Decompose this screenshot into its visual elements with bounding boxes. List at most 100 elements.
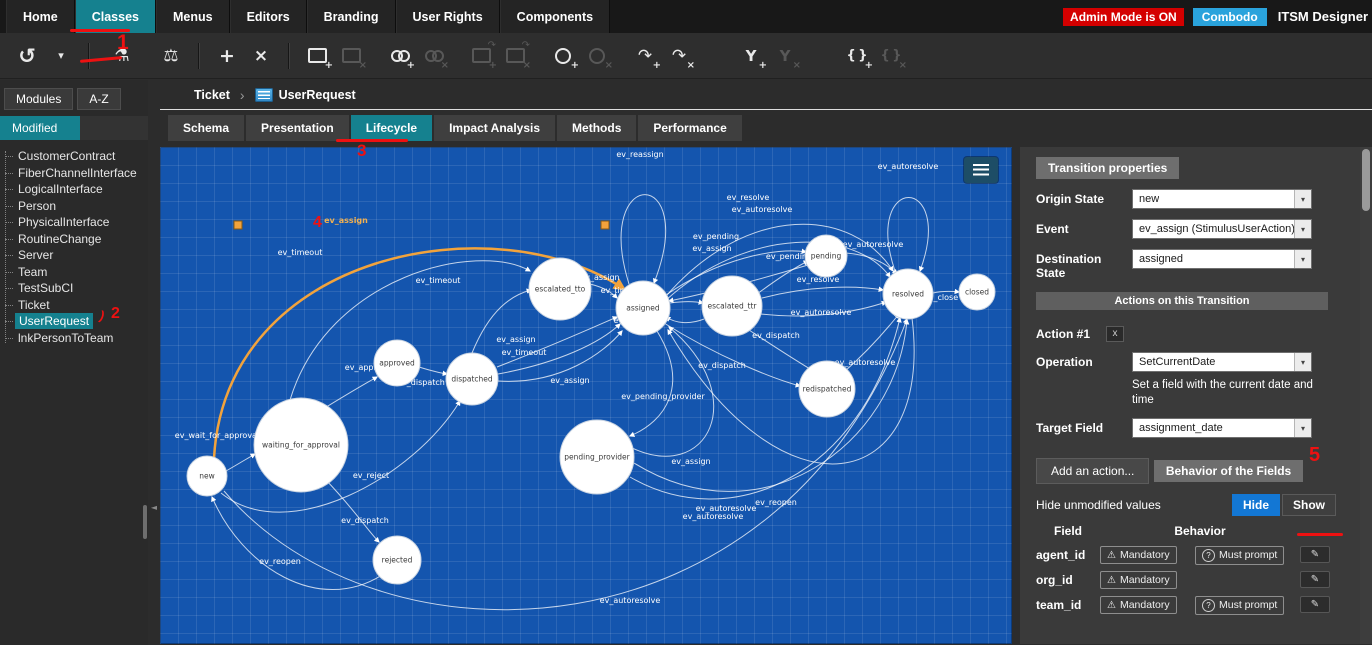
remove-filter-icon: Y× [773, 40, 797, 72]
tree-item-lnkpersontoteam[interactable]: lnkPersonToTeam [0, 330, 148, 347]
diagram-menu-button[interactable] [964, 157, 998, 183]
transition-ev_reassign-15[interactable] [666, 317, 704, 323]
scrollbar-thumb[interactable] [1362, 149, 1370, 211]
nav-components[interactable]: Components [500, 0, 610, 33]
destination-state-select[interactable]: assigned ▾ [1132, 249, 1312, 269]
vertical-scrollbar[interactable] [1360, 147, 1372, 644]
edit-field-button[interactable]: ✎ [1300, 546, 1330, 563]
selection-handle-0[interactable] [234, 221, 242, 229]
show-button[interactable]: Show [1282, 494, 1336, 516]
tab-methods[interactable]: Methods [557, 115, 636, 141]
tab-lifecycle[interactable]: Lifecycle [351, 115, 432, 141]
hide-button[interactable]: Hide [1232, 494, 1280, 516]
state-pending[interactable]: pending [805, 235, 847, 277]
state-assigned[interactable]: assigned [616, 281, 670, 335]
transition-ev_reject-28[interactable] [325, 479, 379, 542]
add-state-icon[interactable]: + [551, 40, 575, 72]
state-approved[interactable]: approved [374, 340, 420, 386]
nav-branding[interactable]: Branding [307, 0, 396, 33]
compare-model-icon[interactable]: ⚖ [159, 40, 183, 72]
tree-item-label: FiberChannelInterface [15, 166, 140, 180]
transition-label-ev_pending_provider-25: ev_pending_provider [621, 392, 705, 401]
nav-home[interactable]: Home [6, 0, 75, 33]
state-pending_provider[interactable]: pending_provider [560, 420, 634, 494]
tree-item-customercontract[interactable]: CustomerContract [0, 148, 148, 165]
transition-ev_reassign-0[interactable] [621, 195, 665, 284]
target-field-select[interactable]: assignment_date ▾ [1132, 418, 1312, 438]
undo-dropdown-caret[interactable]: ▾ [49, 40, 73, 72]
operation-select[interactable]: SetCurrentDate ▾ [1132, 352, 1312, 372]
tree-item-testsubci[interactable]: TestSubCI [0, 280, 148, 297]
transition-label-ev_autoresolve-1: ev_autoresolve [878, 162, 939, 171]
selection-handle-1[interactable] [601, 221, 609, 229]
topnav-right: Admin Mode is ON Combodo ITSM Designer [1063, 0, 1368, 33]
nav-classes[interactable]: Classes [75, 0, 156, 33]
transition-label-ev_reopen-29: ev_reopen [755, 498, 797, 507]
transition-ev_resolve-13[interactable] [762, 287, 883, 298]
undo-button[interactable]: ↺ [15, 40, 39, 72]
field-column-header: Field [1036, 524, 1100, 538]
nav-editors[interactable]: Editors [230, 0, 307, 33]
state-new[interactable]: new [187, 456, 227, 496]
add-element-icon[interactable]: + [215, 40, 239, 72]
add-filter-icon[interactable]: Y+ [739, 40, 763, 72]
tab-performance[interactable]: Performance [638, 115, 741, 141]
chevron-down-icon: ▾ [1294, 419, 1311, 437]
tree-item-fiberchannelinterface[interactable]: FiberChannelInterface [0, 165, 148, 182]
tree-item-person[interactable]: Person [0, 198, 148, 215]
state-waiting_for_approval[interactable]: waiting_for_approval [254, 398, 348, 492]
edit-field-button[interactable]: ✎ [1300, 571, 1330, 588]
nav-user-rights[interactable]: User Rights [396, 0, 500, 33]
sidebar-tab-az[interactable]: A-Z [77, 88, 120, 110]
transition-ev_timeout-12[interactable] [670, 302, 703, 304]
transition-ev_autoresolve-9[interactable] [846, 253, 897, 274]
add-link-class-icon[interactable]: + [387, 40, 411, 72]
state-closed[interactable]: closed [959, 274, 995, 310]
sidebar-tab-modules[interactable]: Modules [4, 88, 73, 110]
state-redispatched[interactable]: redispatched [799, 361, 855, 417]
state-dispatched[interactable]: dispatched [446, 353, 498, 405]
tree-item-userrequest[interactable]: UserRequest [0, 313, 148, 330]
sidebar-collapse-strip[interactable]: ◄ [148, 80, 160, 645]
origin-state-select[interactable]: new ▾ [1132, 189, 1312, 209]
add-class-icon[interactable]: + [305, 40, 329, 72]
breadcrumb-ticket[interactable]: Ticket [194, 88, 230, 102]
tree-item-label: TestSubCI [15, 281, 76, 295]
transition-label-ev_autoresolve-9: ev_autoresolve [843, 240, 904, 249]
tab-impact-analysis[interactable]: Impact Analysis [434, 115, 555, 141]
tree-item-ticket[interactable]: Ticket [0, 297, 148, 314]
sidebar-tab-modified[interactable]: Modified [0, 116, 80, 140]
tree-item-physicalinterface[interactable]: PhysicalInterface [0, 214, 148, 231]
tab-schema[interactable]: Schema [168, 115, 244, 141]
tab-presentation[interactable]: Presentation [246, 115, 349, 141]
transition-label-ev_dispatch-31: ev_dispatch [341, 516, 389, 525]
nav-menus[interactable]: Menus [156, 0, 230, 33]
add-method-icon[interactable]: { }+ [845, 40, 869, 72]
lifecycle-diagram[interactable]: ev_reassignev_autoresolveev_resolveev_au… [160, 147, 1012, 644]
transition-ev_dispatch-21[interactable] [419, 367, 447, 374]
remove-transition-icon[interactable]: ↷× [667, 40, 691, 72]
transition-ev_approve-18[interactable] [323, 377, 377, 409]
tree-item-routinechange[interactable]: RoutineChange [0, 231, 148, 248]
transition-ev_wait_for_approval-26[interactable] [226, 454, 255, 471]
remove-action-button[interactable]: x [1106, 326, 1124, 342]
edit-field-button[interactable]: ✎ [1300, 596, 1330, 613]
add-action-button[interactable]: Add an action... [1036, 458, 1149, 484]
test-model-icon[interactable]: ⚗ [110, 40, 134, 72]
add-transition-icon[interactable]: ↷+ [633, 40, 657, 72]
sidebar-scrollbar[interactable] [143, 505, 147, 539]
state-rejected[interactable]: rejected [373, 536, 421, 584]
state-escalated_tto[interactable]: escalated_tto [529, 258, 591, 320]
event-select[interactable]: ev_assign (StimulusUserAction) ▾ [1132, 219, 1312, 239]
transition-ev_pending_provider-25[interactable] [630, 331, 673, 436]
state-escalated_ttr[interactable]: escalated_ttr [702, 276, 762, 336]
state-resolved[interactable]: resolved [883, 269, 933, 319]
tree-item-team[interactable]: Team [0, 264, 148, 281]
breadcrumb-userrequest[interactable]: UserRequest [279, 88, 356, 102]
tree-item-logicalinterface[interactable]: LogicalInterface [0, 181, 148, 198]
lifecycle-canvas[interactable]: ev_reassignev_autoresolveev_resolveev_au… [160, 147, 1012, 644]
delete-element-icon[interactable]: × [249, 40, 273, 72]
tree-item-server[interactable]: Server [0, 247, 148, 264]
transition-ev_autoresolve-1[interactable] [888, 198, 929, 272]
transition-ev_autoresolve-30[interactable] [630, 318, 900, 499]
